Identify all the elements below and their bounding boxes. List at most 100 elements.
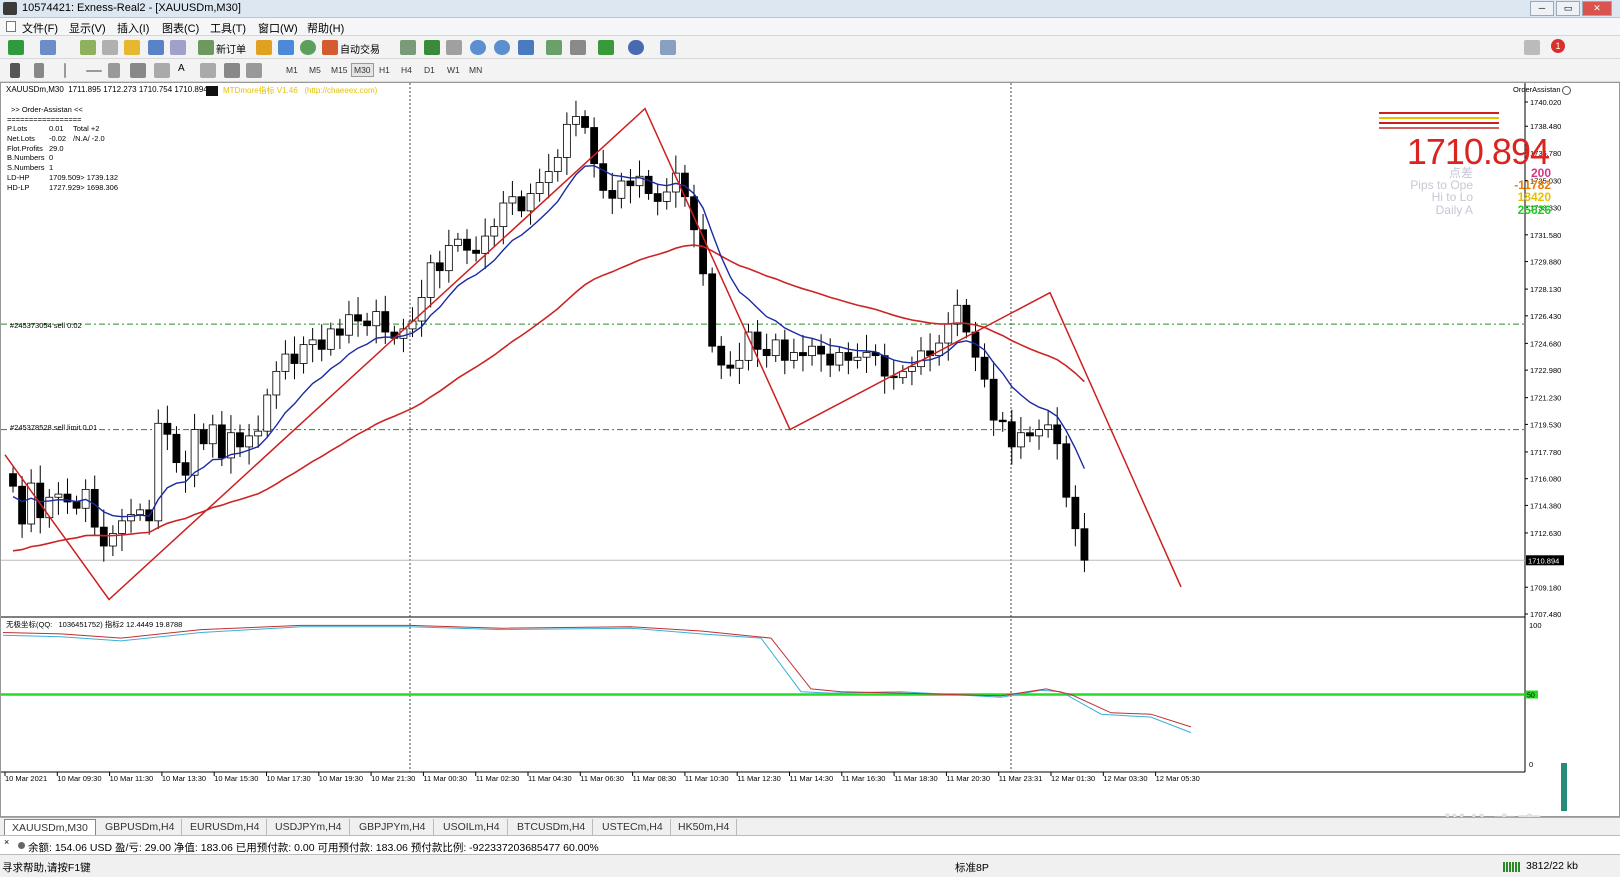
menu-charts[interactable]: 图表(C) bbox=[162, 20, 199, 36]
candle-body-19 bbox=[181, 462, 190, 476]
tf-h1[interactable]: H1 bbox=[376, 63, 393, 77]
oa-stat-0-0: P.Lots bbox=[7, 124, 28, 133]
line-chart-icon[interactable] bbox=[446, 40, 462, 55]
time-label-8: 11 Mar 00:30 bbox=[423, 774, 467, 783]
profiles-icon[interactable] bbox=[40, 40, 56, 55]
channel-icon[interactable] bbox=[130, 63, 146, 78]
indicators-icon[interactable] bbox=[598, 40, 614, 55]
tab-usdjpym[interactable]: USDJPYm,H4 bbox=[268, 819, 350, 835]
menu-window[interactable]: 窗口(W) bbox=[258, 20, 298, 36]
oa-stat-4-0: S.Numbers bbox=[7, 163, 45, 173]
candle-body-54 bbox=[499, 202, 508, 228]
oa-title: >> Order-Assistan << bbox=[11, 105, 83, 114]
candle-body-89 bbox=[817, 345, 826, 355]
tf-m1[interactable]: M1 bbox=[283, 63, 301, 77]
periods-icon[interactable] bbox=[628, 40, 644, 55]
shapes-icon[interactable] bbox=[224, 63, 240, 78]
candle-body-53 bbox=[490, 226, 499, 237]
candle-body-22 bbox=[208, 424, 217, 445]
horizontal-line-icon[interactable] bbox=[86, 70, 102, 72]
text-label-icon[interactable] bbox=[200, 63, 216, 78]
chart-window[interactable]: 1740.020 1738.480 1736.780 1735.030 1733.330… bbox=[0, 82, 1620, 817]
text-icon[interactable]: A bbox=[178, 63, 194, 78]
cursor-icon[interactable] bbox=[10, 63, 20, 78]
maximize-button[interactable]: ▭ bbox=[1556, 1, 1580, 16]
tab-gbpjpym[interactable]: GBPJPYm,H4 bbox=[352, 819, 434, 835]
crosshair-icon[interactable] bbox=[34, 63, 44, 78]
candle-body-72 bbox=[662, 191, 671, 202]
new-order-icon[interactable] bbox=[198, 40, 214, 55]
candle-body-85 bbox=[780, 339, 789, 361]
order-assistant-label: OrderAssistan bbox=[1513, 85, 1561, 94]
candlestick-icon[interactable] bbox=[424, 40, 440, 55]
tf-m5[interactable]: M5 bbox=[306, 63, 324, 77]
tf-d1[interactable]: D1 bbox=[421, 63, 438, 77]
new-chart-icon[interactable] bbox=[8, 40, 24, 55]
signals-icon[interactable] bbox=[300, 40, 316, 55]
chart-shift-icon[interactable] bbox=[546, 40, 562, 55]
tf-h4[interactable]: H4 bbox=[398, 63, 415, 77]
candle-body-37 bbox=[345, 314, 353, 336]
candle-body-25 bbox=[236, 432, 244, 448]
menu-help[interactable]: 帮助(H) bbox=[307, 20, 344, 36]
trendline-icon[interactable] bbox=[108, 63, 120, 78]
terminal-close-icon[interactable]: × bbox=[4, 837, 9, 847]
metaeditor-icon[interactable] bbox=[256, 40, 272, 55]
menu-insert[interactable]: 插入(I) bbox=[117, 20, 149, 36]
search-icon[interactable] bbox=[1524, 40, 1540, 55]
order-assistant-close-icon[interactable] bbox=[1562, 86, 1571, 95]
time-label-13: 11 Mar 10:30 bbox=[685, 774, 729, 783]
menu-view[interactable]: 显示(V) bbox=[69, 20, 106, 36]
tab-eurusdm[interactable]: EURUSDm,H4 bbox=[183, 819, 268, 835]
candle-body-48 bbox=[444, 245, 453, 272]
auto-trading-icon[interactable] bbox=[322, 40, 338, 55]
templates-icon[interactable] bbox=[660, 40, 676, 55]
tf-m30[interactable]: M30 bbox=[351, 63, 374, 77]
candle-body-35 bbox=[326, 328, 335, 350]
terminal-icon[interactable] bbox=[148, 40, 164, 55]
candle-body-59 bbox=[544, 171, 553, 183]
notification-badge[interactable]: 1 bbox=[1551, 39, 1565, 53]
current-price-label: 1710.894 bbox=[1528, 556, 1559, 565]
tester-icon[interactable] bbox=[170, 40, 186, 55]
menu-file[interactable]: 文件(F) bbox=[22, 20, 58, 36]
price-tick-label-9: 1724.680 bbox=[1530, 339, 1561, 348]
navigator-icon[interactable] bbox=[124, 40, 140, 55]
market-watch-icon[interactable] bbox=[80, 40, 96, 55]
candle-body-61 bbox=[562, 123, 571, 158]
candle-body-23 bbox=[217, 424, 226, 459]
menu-tools[interactable]: 工具(T) bbox=[210, 20, 246, 36]
tab-gbpusdm[interactable]: GBPUSDm,H4 bbox=[98, 819, 183, 835]
tile-windows-icon[interactable] bbox=[518, 40, 534, 55]
zoom-out-icon[interactable] bbox=[494, 40, 510, 55]
candle-body-112 bbox=[1026, 432, 1034, 437]
data-window-icon[interactable] bbox=[102, 40, 118, 55]
arrows-icon[interactable] bbox=[246, 63, 262, 78]
oa-stat-2-1: 29.0 bbox=[49, 143, 64, 153]
vertical-line-icon[interactable] bbox=[64, 63, 66, 78]
candle-body-60 bbox=[553, 156, 562, 172]
autoscroll-icon[interactable] bbox=[570, 40, 586, 55]
symbol-tabs: XAUUSDm,M30 GBPUSDm,H4 EURUSDm,H4 USDJPY… bbox=[0, 817, 1620, 835]
fibonacci-icon[interactable] bbox=[154, 63, 170, 78]
auto-trading-button[interactable]: 自动交易 bbox=[340, 41, 380, 56]
tab-hk50m[interactable]: HK50m,H4 bbox=[671, 819, 738, 835]
minimize-button[interactable]: ─ bbox=[1530, 1, 1554, 16]
tab-ustecm[interactable]: USTECm,H4 bbox=[595, 819, 671, 835]
tab-usoilm[interactable]: USOILm,H4 bbox=[436, 819, 508, 835]
tf-m15[interactable]: M15 bbox=[328, 63, 351, 77]
status-bar: 寻求帮助,请按F1键 标准8P 3812/22 kb bbox=[0, 856, 1620, 877]
new-order-button[interactable]: 新订单 bbox=[216, 41, 246, 56]
community-icon[interactable] bbox=[278, 40, 294, 55]
price-chart[interactable]: 1740.0201738.4801736.7801735.0301733.330… bbox=[1, 83, 1619, 816]
tf-mn[interactable]: MN bbox=[466, 63, 485, 77]
zoom-in-icon[interactable] bbox=[470, 40, 486, 55]
tab-xauusdm[interactable]: XAUUSDm,M30 bbox=[4, 819, 96, 835]
candle-body-116 bbox=[1062, 443, 1071, 498]
close-button[interactable]: ✕ bbox=[1582, 1, 1612, 16]
tab-btcusdm[interactable]: BTCUSDm,H4 bbox=[510, 819, 594, 835]
candle-body-84 bbox=[771, 339, 780, 357]
bar-chart-icon[interactable] bbox=[400, 40, 416, 55]
menu-doc-icon[interactable] bbox=[6, 21, 16, 32]
tf-w1[interactable]: W1 bbox=[444, 63, 463, 77]
